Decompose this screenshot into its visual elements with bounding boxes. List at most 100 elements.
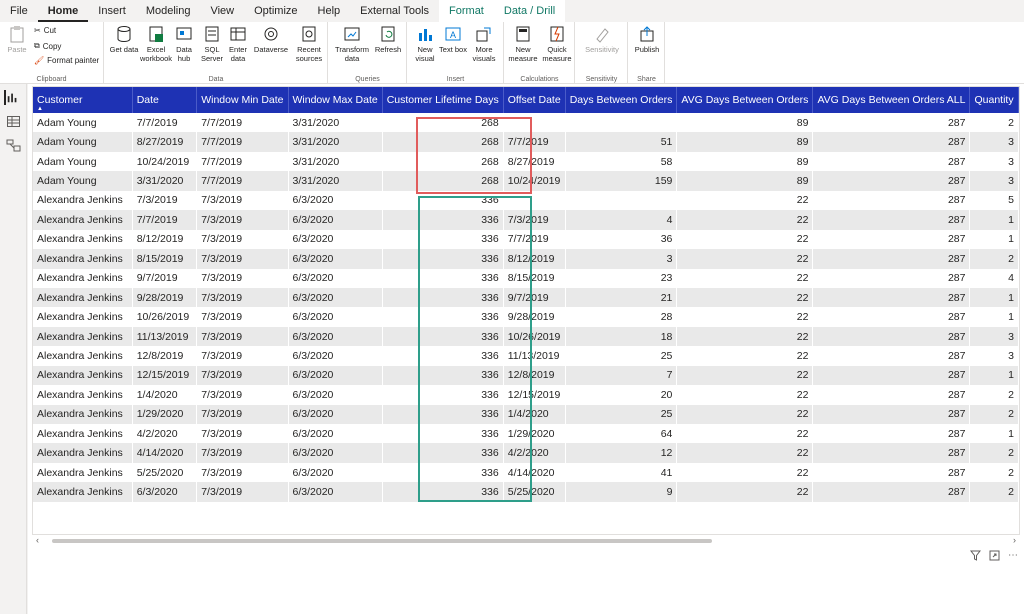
sort-ascending-icon: ▲ — [37, 106, 43, 112]
cut-button[interactable]: ✂ Cut — [34, 26, 56, 35]
tab-format[interactable]: Format — [439, 0, 494, 22]
quick-measure-button[interactable]: Quick measure — [539, 25, 575, 63]
cell-avg-days-between-orders: 22 — [676, 482, 813, 502]
table-row[interactable]: Alexandra Jenkins 6/3/2020 7/3/2019 6/3/202… — [33, 482, 1019, 502]
enter-data-button[interactable]: Enter data — [223, 25, 253, 63]
cell-customer: Alexandra Jenkins — [33, 190, 133, 211]
table-row[interactable]: Alexandra Jenkins 12/15/2019 7/3/2019 6/3/2… — [33, 365, 1019, 386]
table-row[interactable]: Adam Young 8/27/2019 7/7/2019 3/31/2020 268 7… — [33, 132, 1019, 152]
cell-quantity: 2 — [969, 443, 1019, 463]
bar-chart-icon — [419, 29, 432, 41]
table-row[interactable]: Alexandra Jenkins 1/4/2020 7/3/2019 6/3/202… — [33, 385, 1019, 405]
cell-customer: Alexandra Jenkins — [33, 482, 133, 502]
tab-view[interactable]: View — [200, 0, 244, 22]
publish-button[interactable]: Publish — [629, 25, 665, 54]
table-view-icon[interactable] — [6, 114, 21, 129]
more-options-icon[interactable]: ⋯ — [1008, 550, 1018, 561]
calculations-group: New measure Quick measure Calculations — [505, 22, 575, 84]
refresh-label: Refresh — [374, 45, 402, 54]
horizontal-scrollbar[interactable]: ‹ › — [32, 534, 1020, 546]
cell-window-max-date: 3/31/2020 — [288, 113, 383, 133]
table-row[interactable]: Alexandra Jenkins 12/8/2019 7/3/2019 6/3/20… — [33, 346, 1019, 366]
col-header-avg-days-between-orders[interactable]: AVG Days Between Orders — [676, 87, 814, 113]
cell-window-max-date: 6/3/2020 — [288, 190, 383, 211]
table-row[interactable]: Alexandra Jenkins 4/14/2020 7/3/2019 6/3/20… — [33, 443, 1019, 463]
table-row[interactable]: Alexandra Jenkins 5/25/2020 7/3/2019 6/3/20… — [33, 462, 1019, 483]
scroll-left-icon[interactable]: ‹ — [36, 535, 39, 545]
text-box-button[interactable]: A Text box — [438, 25, 468, 54]
table-row[interactable]: Alexandra Jenkins 10/26/2019 7/3/2019 6/3/2… — [33, 307, 1019, 327]
dataverse-button[interactable]: Dataverse — [251, 25, 291, 54]
get-data-label: Get data — [109, 45, 139, 54]
tab-insert[interactable]: Insert — [88, 0, 136, 22]
new-measure-label: New measure — [508, 45, 538, 63]
excel-label: Excel workbook — [139, 45, 173, 63]
cell-customer: Alexandra Jenkins — [33, 268, 133, 288]
col-header-avg-days-between-orders-all[interactable]: AVG Days Between Orders ALL — [812, 87, 971, 113]
cell-date: 8/12/2019 — [132, 229, 197, 250]
paste-button[interactable]: Paste — [0, 25, 34, 54]
scrollbar-thumb[interactable] — [52, 539, 712, 543]
table-row[interactable]: Alexandra Jenkins 7/7/2019 7/3/2019 6/3/202… — [33, 210, 1019, 230]
col-header-date[interactable]: Date — [132, 87, 198, 113]
table-visual[interactable]: Customer ▲ Date Window Min Date Window Ma… — [32, 86, 1020, 538]
tab-file[interactable]: File — [0, 0, 38, 22]
model-view-icon[interactable] — [6, 138, 21, 153]
focus-mode-icon[interactable] — [989, 550, 1000, 561]
cell-quantity: 1 — [969, 210, 1019, 230]
tab-data-drill[interactable]: Data / Drill — [493, 0, 566, 22]
table-row[interactable]: Adam Young 10/24/2019 7/7/2019 3/31/2020 268… — [33, 151, 1019, 172]
cell-customer: Alexandra Jenkins — [33, 443, 133, 463]
tab-help[interactable]: Help — [308, 0, 351, 22]
cell-customer: Adam Young — [33, 113, 133, 133]
copy-button[interactable]: ⧉ Copy — [34, 41, 61, 51]
data-hub-button[interactable]: Data hub — [169, 25, 199, 63]
col-header-days-between-orders[interactable]: Days Between Orders — [565, 87, 678, 113]
cell-offset-date: 4/2/2020 — [503, 443, 566, 463]
table-grid-icon — [230, 27, 246, 41]
col-header-quantity[interactable]: Quantity — [969, 87, 1019, 113]
cell-window-min-date: 7/3/2019 — [196, 443, 288, 463]
cell-date: 10/24/2019 — [132, 151, 197, 172]
cell-window-max-date: 6/3/2020 — [288, 385, 383, 405]
report-view-icon[interactable] — [4, 90, 19, 105]
tab-modeling[interactable]: Modeling — [136, 0, 201, 22]
table-row[interactable]: Alexandra Jenkins 7/3/2019 7/3/2019 6/3/202… — [33, 190, 1019, 211]
filter-icon[interactable] — [970, 550, 981, 561]
more-visuals-button[interactable]: More visuals — [466, 25, 502, 63]
recent-sources-button[interactable]: Recent sources — [289, 25, 329, 63]
new-visual-button[interactable]: New visual — [410, 25, 440, 63]
cell-customer: Alexandra Jenkins — [33, 404, 133, 424]
col-header-customer[interactable]: Customer ▲ — [33, 87, 133, 113]
refresh-button[interactable]: Refresh — [371, 25, 405, 54]
new-measure-button[interactable]: New measure — [507, 25, 539, 63]
table-row[interactable]: Alexandra Jenkins 1/29/2020 7/3/2019 6/3/20… — [33, 404, 1019, 424]
col-header-window-max-date[interactable]: Window Max Date — [288, 87, 383, 113]
table-row[interactable]: Alexandra Jenkins 8/12/2019 7/3/2019 6/3/20… — [33, 229, 1019, 250]
tab-external-tools[interactable]: External Tools — [350, 0, 439, 22]
table-row[interactable]: Adam Young 7/7/2019 7/7/2019 3/31/2020 268 89… — [33, 113, 1019, 133]
cell-quantity: 2 — [969, 385, 1019, 405]
format-painter-button[interactable]: 🖌 Format painter — [34, 56, 99, 65]
col-header-offset-date[interactable]: Offset Date — [503, 87, 566, 113]
table-row[interactable]: Alexandra Jenkins 9/7/2019 7/3/2019 6/3/202… — [33, 268, 1019, 288]
cell-avg-days-between-orders-all: 287 — [812, 132, 970, 152]
table-row[interactable]: Alexandra Jenkins 9/28/2019 7/3/2019 6/3/20… — [33, 287, 1019, 308]
cell-days-between-orders — [565, 113, 677, 133]
col-header-customer-lifetime-days[interactable]: Customer Lifetime Days — [382, 87, 504, 113]
table-row[interactable]: Alexandra Jenkins 4/2/2020 7/3/2019 6/3/202… — [33, 424, 1019, 444]
table-row[interactable]: Alexandra Jenkins 11/13/2019 7/3/2019 6/3/2… — [33, 326, 1019, 347]
enter-data-label: Enter data — [229, 45, 247, 63]
publish-icon — [640, 26, 654, 42]
tab-home[interactable]: Home — [37, 0, 89, 22]
tab-optimize[interactable]: Optimize — [244, 0, 307, 22]
cell-avg-days-between-orders-all: 287 — [812, 385, 970, 405]
transform-data-button[interactable]: Transform data — [333, 25, 371, 63]
scroll-right-icon[interactable]: › — [1013, 535, 1016, 545]
cell-quantity: 3 — [969, 151, 1019, 172]
cell-offset-date: 10/24/2019 — [503, 171, 566, 191]
sensitivity-button[interactable]: Sensitivity — [580, 25, 624, 54]
table-row[interactable]: Adam Young 3/31/2020 7/7/2019 3/31/2020 268 1… — [33, 171, 1019, 191]
col-header-window-min-date[interactable]: Window Min Date — [196, 87, 289, 113]
table-row[interactable]: Alexandra Jenkins 8/15/2019 7/3/2019 6/3/20… — [33, 249, 1019, 269]
